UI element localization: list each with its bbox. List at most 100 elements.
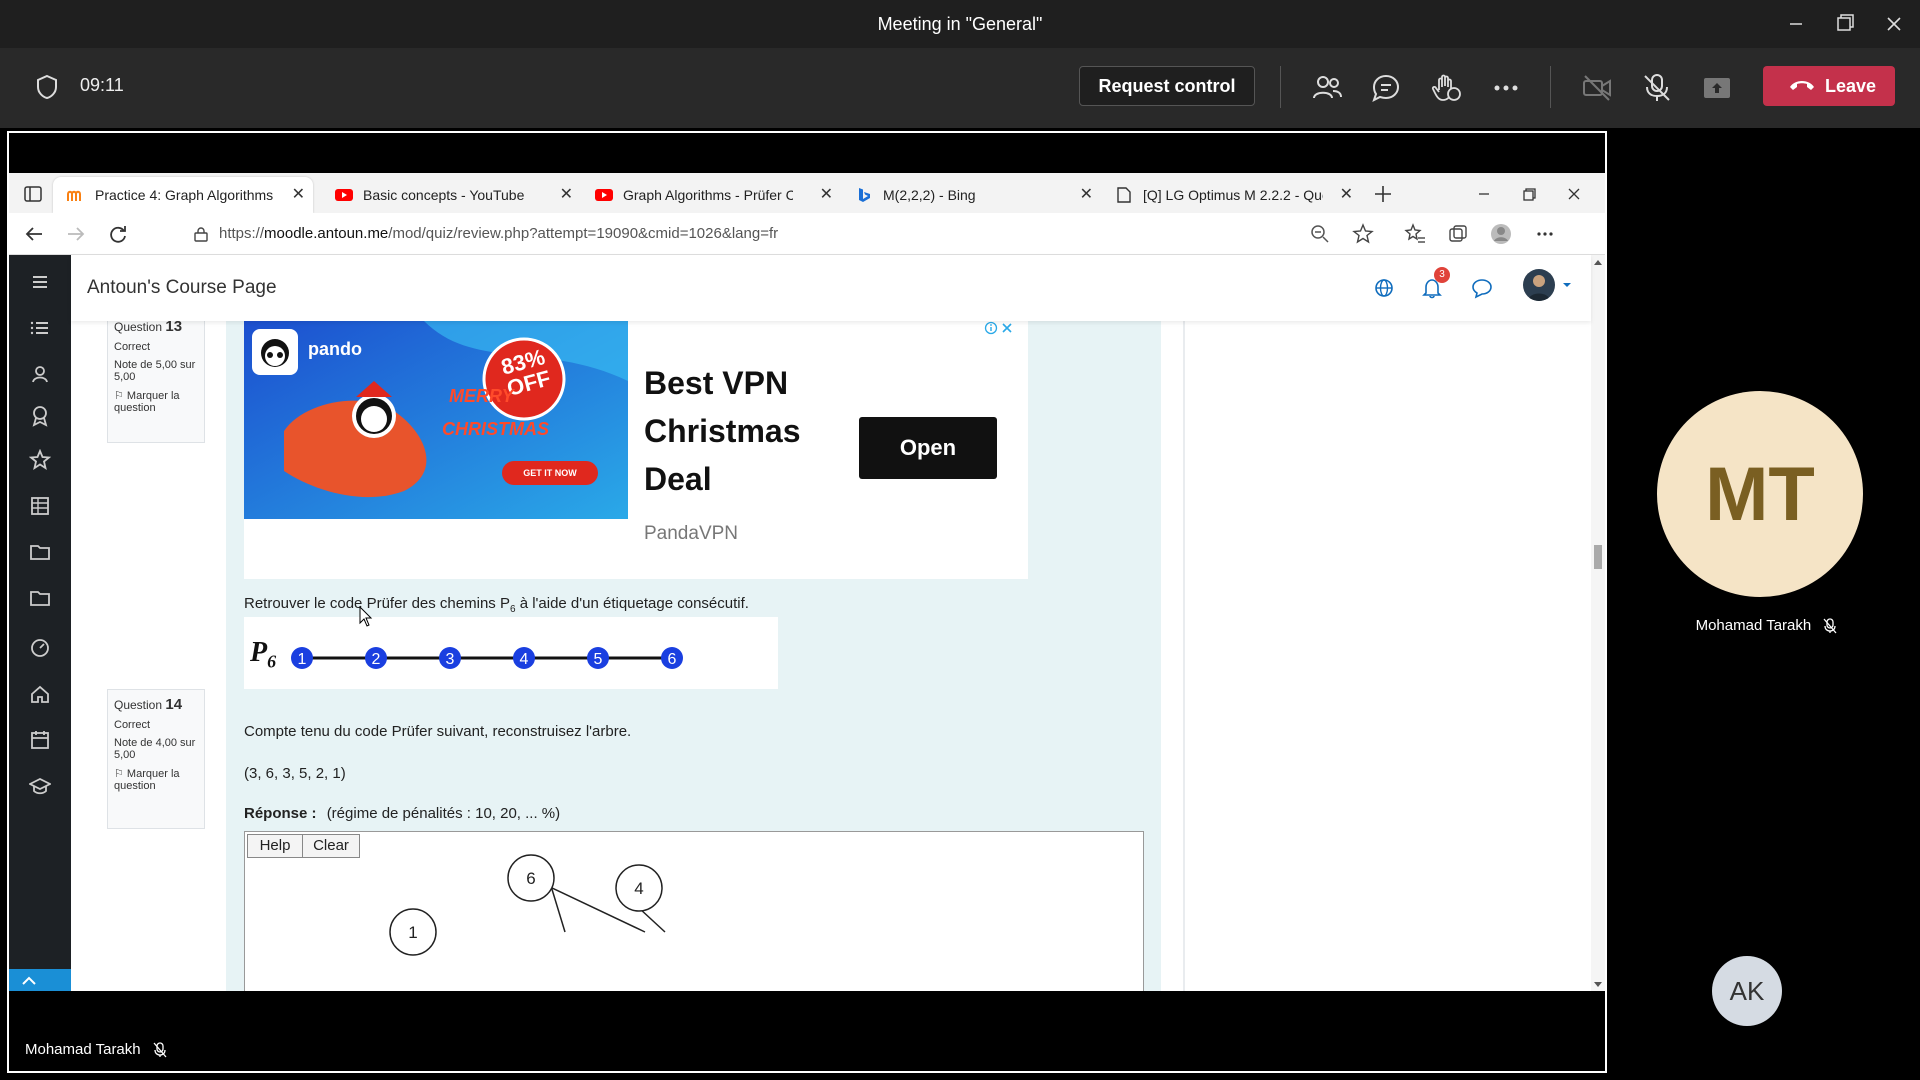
more-options-icon[interactable] bbox=[1490, 72, 1522, 104]
camera-off-icon[interactable] bbox=[1581, 72, 1613, 104]
question-number: Question 13 bbox=[114, 321, 183, 335]
refresh-icon[interactable] bbox=[107, 223, 129, 245]
new-tab-icon[interactable] bbox=[1372, 183, 1394, 205]
participant-avatar-mt[interactable]: MT bbox=[1657, 391, 1863, 597]
tab-actions-icon[interactable] bbox=[23, 184, 43, 204]
flag-question-link[interactable]: ⚐ Marquer la question bbox=[114, 767, 198, 792]
ad-get-it-now-button[interactable]: GET IT NOW bbox=[502, 461, 598, 485]
graph-node-label: 1 bbox=[298, 651, 307, 668]
browser-minimize-icon[interactable] bbox=[1473, 183, 1495, 205]
question-grade: Note de 4,00 sur 5,00 bbox=[114, 737, 196, 761]
home-icon[interactable] bbox=[29, 683, 51, 705]
browser-close-icon[interactable] bbox=[1563, 183, 1585, 205]
tree-node[interactable] bbox=[389, 908, 437, 956]
page-favicon-icon bbox=[1115, 187, 1133, 203]
language-globe-icon[interactable] bbox=[1373, 277, 1395, 299]
list-icon[interactable] bbox=[29, 317, 51, 339]
close-tab-icon[interactable]: ✕ bbox=[292, 177, 305, 213]
mic-off-icon[interactable] bbox=[1641, 72, 1673, 104]
forward-icon[interactable] bbox=[65, 223, 87, 245]
mouse-cursor-icon bbox=[359, 606, 375, 628]
lock-icon bbox=[193, 226, 209, 242]
tab-youtube[interactable]: Basic concepts - YouTube ✕ bbox=[321, 177, 581, 213]
graph-node-label: 2 bbox=[372, 651, 381, 668]
participants-icon[interactable] bbox=[29, 363, 51, 385]
youtube-favicon-icon bbox=[595, 187, 613, 203]
close-tab-icon[interactable]: ✕ bbox=[820, 177, 833, 213]
question-number: Question 14 bbox=[114, 696, 183, 713]
ad-info-icon[interactable] bbox=[984, 321, 998, 335]
grades-icon[interactable] bbox=[29, 495, 51, 517]
close-tab-icon[interactable]: ✕ bbox=[1340, 177, 1353, 213]
tree-node[interactable] bbox=[507, 854, 555, 902]
favorites-icon[interactable] bbox=[1404, 223, 1426, 245]
share-screen-icon[interactable] bbox=[1701, 72, 1733, 104]
menu-icon[interactable] bbox=[29, 271, 51, 293]
mic-off-icon bbox=[1823, 618, 1837, 634]
url-field[interactable]: https://moodle.antoun.me/mod/quiz/review… bbox=[183, 219, 1323, 249]
meeting-timer: 09:11 bbox=[80, 75, 124, 95]
close-window-button[interactable] bbox=[1874, 10, 1914, 38]
badges-icon[interactable] bbox=[29, 405, 51, 427]
browser-tab-bar: Practice 4: Graph Algorithms ✕ Basic con… bbox=[9, 173, 1605, 213]
flag-question-link[interactable]: ⚐ Marquer la question bbox=[114, 389, 198, 414]
site-name[interactable]: Antoun's Course Page bbox=[87, 277, 277, 299]
add-favorite-icon[interactable] bbox=[1352, 223, 1374, 245]
collections-icon[interactable] bbox=[1447, 223, 1469, 245]
quiz-review-content: Question 13 Correct Note de 5,00 sur 5,0… bbox=[71, 321, 1591, 991]
dashboard-icon[interactable] bbox=[29, 637, 51, 659]
user-avatar[interactable] bbox=[1523, 269, 1555, 301]
question-grade: Note de 5,00 sur 5,00 bbox=[114, 359, 196, 383]
folder-icon[interactable] bbox=[29, 541, 51, 563]
tree-edges: 6 4 1 bbox=[389, 854, 666, 956]
scroll-top-button[interactable] bbox=[9, 969, 71, 991]
ad-advertiser: PandaVPN bbox=[644, 523, 739, 544]
request-control-button[interactable]: Request control bbox=[1079, 66, 1255, 106]
messages-icon[interactable] bbox=[1471, 277, 1493, 299]
answer-line: Réponse : (régime de pénalités : 10, 20,… bbox=[244, 805, 560, 822]
youtube-favicon-icon bbox=[335, 187, 353, 203]
tab-label: Basic concepts - YouTube bbox=[363, 187, 525, 203]
settings-menu-icon[interactable] bbox=[1534, 223, 1556, 245]
tree-editor-canvas[interactable]: Help Clear 6 4 1 bbox=[244, 831, 1144, 991]
minimize-window-button[interactable] bbox=[1776, 10, 1816, 38]
competencies-icon[interactable] bbox=[29, 449, 51, 471]
clear-button[interactable]: Clear bbox=[302, 834, 360, 858]
zoom-out-icon[interactable] bbox=[1309, 223, 1331, 245]
tab-graph-algorithms[interactable]: Graph Algorithms - Prüfer Co ✕ bbox=[581, 177, 841, 213]
ad-close-icon[interactable] bbox=[1000, 321, 1014, 335]
back-icon[interactable] bbox=[23, 223, 45, 245]
tree-edge bbox=[550, 885, 566, 933]
presenter-name-label: Mohamad Tarakh bbox=[25, 1041, 167, 1058]
flag-icon: ⚐ bbox=[114, 768, 127, 780]
moodle-header: Antoun's Course Page 3 bbox=[71, 255, 1591, 321]
reactions-icon[interactable] bbox=[1430, 72, 1462, 104]
ad-banner-image: pando 83% OFF MERRY CHRISTMAS GET IT NOW bbox=[244, 321, 628, 519]
courses-icon[interactable] bbox=[29, 775, 51, 797]
help-button[interactable]: Help bbox=[247, 834, 303, 858]
tab-practice-4[interactable]: Practice 4: Graph Algorithms ✕ bbox=[53, 177, 313, 213]
tab-bing[interactable]: M(2,2,2) - Bing ✕ bbox=[841, 177, 1101, 213]
ad-open-button[interactable]: Open bbox=[859, 417, 997, 479]
leave-button[interactable]: Leave bbox=[1763, 66, 1895, 106]
participant-avatar-ak[interactable]: AK bbox=[1712, 956, 1782, 1026]
close-tab-icon[interactable]: ✕ bbox=[1080, 177, 1093, 213]
page-scrollbar[interactable] bbox=[1591, 255, 1605, 991]
calendar-icon[interactable] bbox=[29, 729, 51, 751]
penalty-text: (régime de pénalités : 10, 20, ... %) bbox=[326, 805, 561, 822]
user-menu-caret-icon[interactable] bbox=[1561, 279, 1573, 291]
tree-node[interactable] bbox=[615, 864, 663, 912]
close-tab-icon[interactable]: ✕ bbox=[560, 177, 573, 213]
question-14-content: Compte tenu du code Prüfer suivant, reco… bbox=[226, 689, 1161, 991]
shield-icon bbox=[36, 74, 58, 100]
chat-icon[interactable] bbox=[1370, 72, 1402, 104]
people-icon[interactable] bbox=[1311, 72, 1343, 104]
folder-icon[interactable] bbox=[29, 587, 51, 609]
restore-window-button[interactable] bbox=[1825, 10, 1865, 38]
profile-icon[interactable] bbox=[1490, 223, 1512, 245]
tree-node-label: 6 bbox=[526, 869, 535, 888]
browser-restore-icon[interactable] bbox=[1518, 183, 1540, 205]
tree-edge bbox=[549, 886, 646, 933]
tab-lg-optimus[interactable]: [Q] LG Optimus M 2.2.2 - Que ✕ bbox=[1101, 177, 1361, 213]
advertisement[interactable]: pando 83% OFF MERRY CHRISTMAS GET IT NOW … bbox=[244, 321, 1028, 579]
